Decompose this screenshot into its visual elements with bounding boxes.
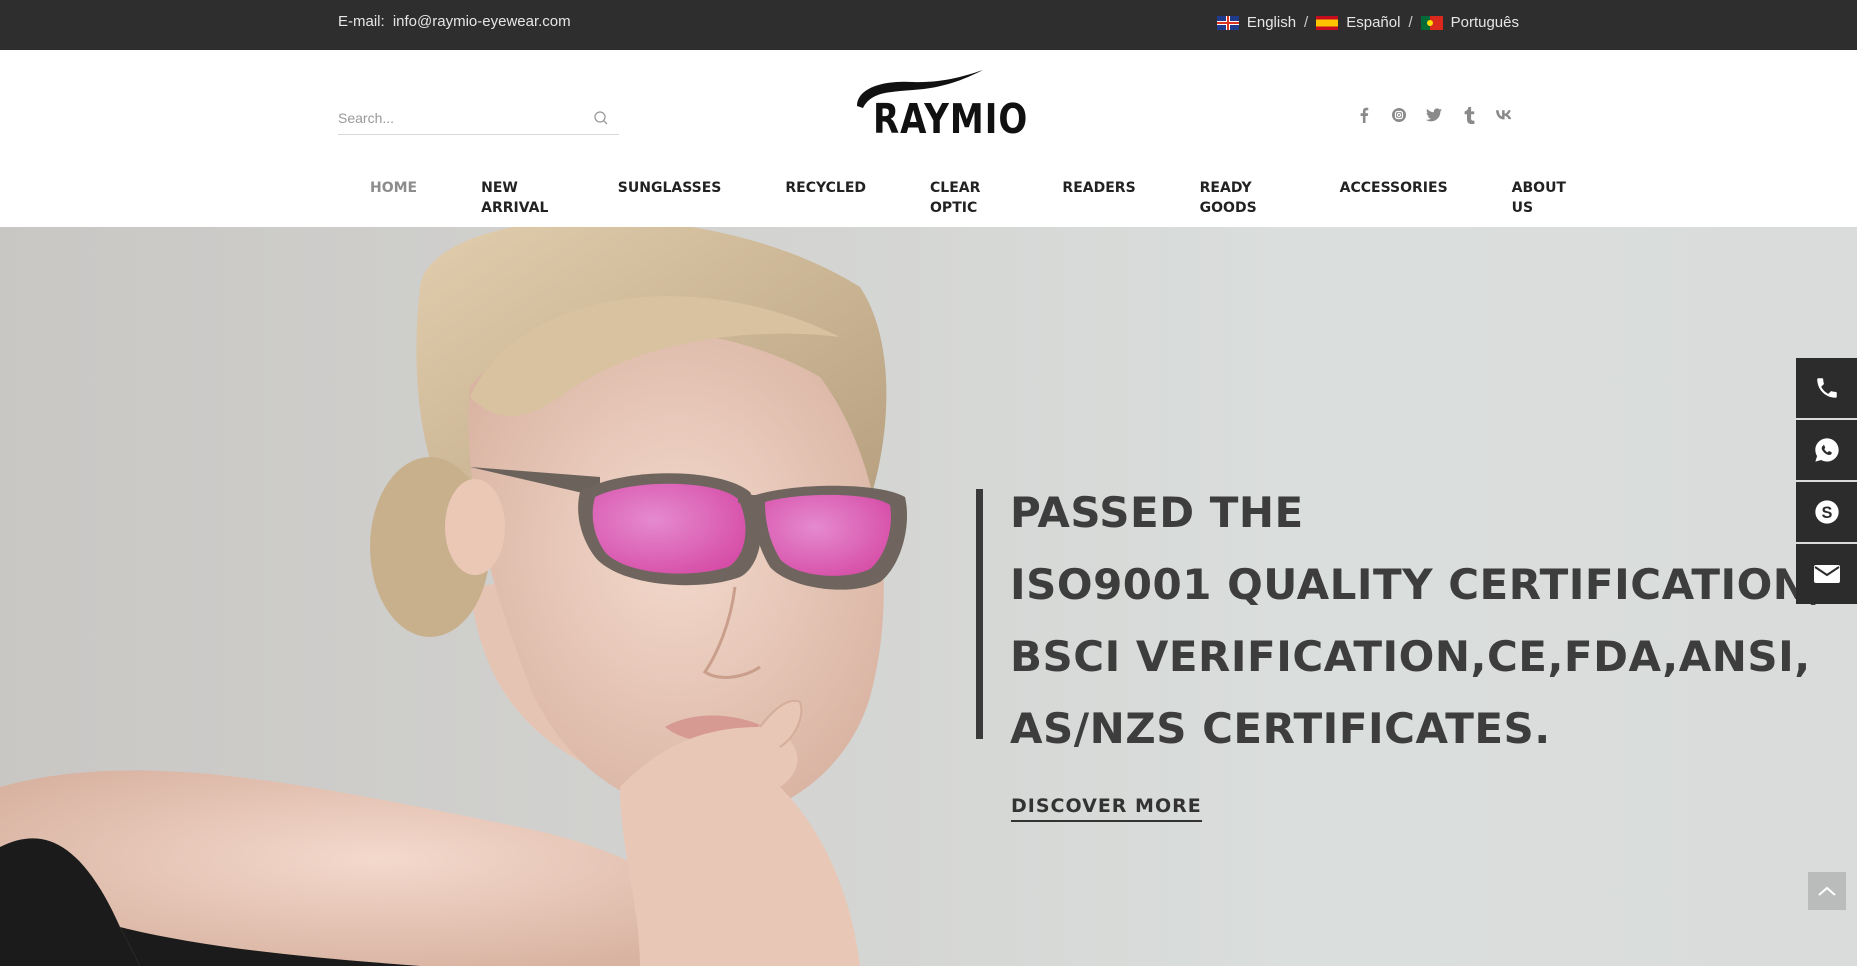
hero-line-1: PASSED THE (1010, 488, 1304, 537)
lang-english-label: English (1246, 14, 1297, 31)
lang-separator: / (1408, 14, 1413, 31)
nav-readers[interactable]: READERS (1030, 178, 1167, 198)
top-bar: E-mail: info@raymio-eyewear.com English … (0, 0, 1857, 50)
language-switcher: English / Español / Português (1216, 14, 1519, 31)
email-icon (1813, 565, 1840, 583)
lang-portuguese[interactable]: Português (1420, 14, 1519, 31)
lang-portuguese-label: Português (1450, 14, 1519, 31)
skype-button[interactable]: S (1796, 482, 1857, 542)
search-input[interactable] (338, 104, 578, 132)
nav-about-us[interactable]: ABOUT US (1480, 178, 1598, 216)
skype-icon: S (1814, 500, 1839, 524)
instagram-icon[interactable] (1391, 107, 1407, 123)
search-box (338, 104, 619, 135)
phone-button[interactable] (1796, 358, 1857, 418)
site-header: RAYMIO HOME NEW ARRIVAL SUNGLASSES RECYC… (0, 50, 1857, 227)
logo-text: RAYMIO (873, 96, 1029, 144)
email-button[interactable] (1796, 544, 1857, 604)
social-links (1356, 106, 1512, 124)
uk-flag-icon (1216, 15, 1239, 30)
hero-banner: PASSED THE ISO9001 QUALITY CERTIFICATION… (0, 227, 1857, 966)
nav-ready-goods[interactable]: READY GOODS (1168, 178, 1308, 216)
vk-icon[interactable] (1496, 107, 1512, 123)
phone-icon (1816, 378, 1837, 398)
chevron-up-icon (1818, 886, 1836, 896)
whatsapp-icon (1814, 438, 1839, 462)
lang-spanish-label: Español (1346, 14, 1401, 31)
lang-english[interactable]: English (1216, 14, 1297, 31)
back-to-top-button[interactable] (1808, 872, 1846, 910)
nav-new-arrival[interactable]: NEW ARRIVAL (449, 178, 586, 216)
search-icon[interactable] (593, 110, 609, 126)
hero-line-3: BSCI VERIFICATION,CE,FDA,ANSI, (1010, 632, 1811, 681)
lang-spanish[interactable]: Español (1316, 14, 1400, 31)
spain-flag-icon (1316, 15, 1339, 30)
nav-sunglasses[interactable]: SUNGLASSES (586, 178, 754, 198)
nav-accessories[interactable]: ACCESSORIES (1308, 178, 1480, 198)
tumblr-icon[interactable] (1461, 106, 1477, 124)
hero-headline: PASSED THE ISO9001 QUALITY CERTIFICATION… (976, 488, 1825, 753)
whatsapp-button[interactable] (1796, 420, 1857, 480)
discover-more-link[interactable]: DISCOVER MORE (1011, 795, 1202, 822)
svg-text:S: S (1821, 504, 1832, 522)
email-label: E-mail: (338, 13, 385, 30)
side-contact-bar: S (1796, 358, 1857, 606)
portugal-flag-icon (1420, 15, 1443, 30)
hero-line-2: ISO9001 QUALITY CERTIFICATION, (1010, 560, 1825, 609)
raymio-logo[interactable]: RAYMIO (853, 68, 1027, 144)
nav-recycled[interactable]: RECYCLED (753, 178, 898, 198)
email-address[interactable]: info@raymio-eyewear.com (393, 13, 571, 30)
nav-clear-optic[interactable]: CLEAR OPTIC (898, 178, 1030, 216)
facebook-icon[interactable] (1356, 107, 1372, 123)
lang-separator: / (1304, 14, 1309, 31)
main-nav: HOME NEW ARRIVAL SUNGLASSES RECYCLED CLE… (338, 178, 1598, 216)
nav-home[interactable]: HOME (338, 178, 449, 198)
twitter-icon[interactable] (1426, 107, 1442, 123)
contact-email[interactable]: E-mail: info@raymio-eyewear.com (338, 13, 571, 30)
hero-model-photo (0, 227, 908, 966)
hero-line-4: AS/NZS CERTIFICATES. (1010, 704, 1551, 753)
